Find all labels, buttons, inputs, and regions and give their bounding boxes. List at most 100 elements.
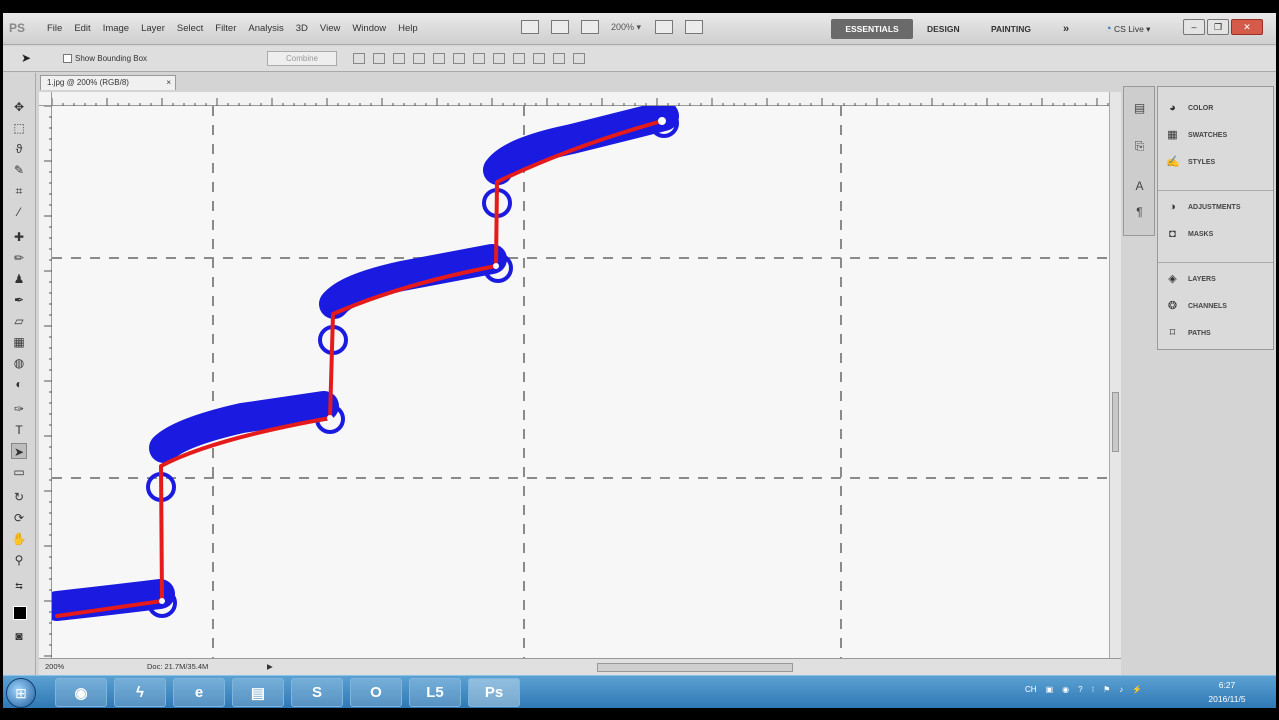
close-document-icon[interactable]: × <box>166 76 171 90</box>
firefox-icon[interactable]: ϟ <box>114 678 166 707</box>
type-tool-icon[interactable]: T <box>11 422 27 438</box>
folder-icon[interactable]: ▤ <box>232 678 284 707</box>
distribute-right-icon[interactable] <box>573 53 585 64</box>
character-panel-icon[interactable]: A <box>1132 179 1147 194</box>
dodge-tool-icon[interactable]: ◐ <box>11 376 27 392</box>
photoshop-icon[interactable]: Ps <box>468 678 520 707</box>
close-button[interactable]: ✕ <box>1231 19 1263 35</box>
masks-panel-tab[interactable]: ◘ MASKS <box>1158 221 1273 248</box>
vertical-scroll-thumb[interactable] <box>1112 392 1119 452</box>
status-menu-arrow-icon[interactable]: ▶ <box>267 662 273 671</box>
distribute-left-icon[interactable] <box>533 53 545 64</box>
tray-power-icon[interactable]: ⚡ <box>1132 685 1142 694</box>
tray-help-icon[interactable]: ? <box>1078 685 1082 694</box>
workspace-painting[interactable]: PAINTING <box>991 19 1031 39</box>
combine-button[interactable]: Combine <box>267 51 337 66</box>
system-clock[interactable]: 6:27 2016/11/5 <box>1197 678 1257 706</box>
distribute-top-icon[interactable] <box>473 53 485 64</box>
minimize-button[interactable]: – <box>1183 19 1205 35</box>
gradient-tool-icon[interactable]: ▦ <box>11 334 27 350</box>
menu-analysis[interactable]: Analysis <box>248 23 283 34</box>
zoom-level-select[interactable]: 200% ▾ <box>611 22 641 33</box>
pen-tool-icon[interactable]: ✑ <box>11 401 27 417</box>
restore-button[interactable]: ❐ <box>1207 19 1229 35</box>
distribute-bottom-icon[interactable] <box>513 53 525 64</box>
menu-select[interactable]: Select <box>177 23 203 34</box>
eraser-tool-icon[interactable]: ▱ <box>11 313 27 329</box>
document-tab[interactable]: 1.jpg @ 200% (RGB/8) × <box>40 75 176 90</box>
vertical-ruler[interactable] <box>39 105 52 658</box>
blue-segment-4[interactable] <box>483 106 679 185</box>
menu-view[interactable]: View <box>320 23 340 34</box>
path-selection-tool-icon[interactable]: ➤ <box>21 51 31 65</box>
ruler-origin[interactable] <box>39 92 52 106</box>
language-indicator[interactable]: CH <box>1025 685 1037 694</box>
marquee-tool-icon[interactable]: ⬚ <box>11 120 27 136</box>
ie-icon[interactable]: e <box>173 678 225 707</box>
adjustments-panel-tab[interactable]: ◑ ADJUSTMENTS <box>1158 194 1273 221</box>
styles-panel-tab[interactable]: ✍ STYLES <box>1158 149 1273 176</box>
menu-window[interactable]: Window <box>352 23 386 34</box>
move-tool-icon[interactable]: ✥ <box>11 99 27 115</box>
healing-brush-tool-icon[interactable]: ✚ <box>11 229 27 245</box>
brush-tool-icon[interactable]: ✏ <box>11 250 27 266</box>
shape-tool-icon[interactable]: ▭ <box>11 464 27 480</box>
align-bottom-icon[interactable] <box>393 53 405 64</box>
distribute-hcenter-icon[interactable] <box>553 53 565 64</box>
blue-segment-2[interactable] <box>149 391 339 463</box>
launch-mini-bridge-icon[interactable] <box>551 20 569 34</box>
distribute-vcenter-icon[interactable] <box>493 53 505 64</box>
zoom-tool-icon[interactable]: ⚲ <box>11 552 27 568</box>
tray-settings-icon[interactable]: ⁝ <box>1092 685 1095 694</box>
color-panel-tab[interactable]: ◕ COLOR <box>1158 95 1273 122</box>
channels-panel-tab[interactable]: ❂ CHANNELS <box>1158 293 1273 320</box>
quick-mask-icon[interactable]: ◙ <box>11 628 27 644</box>
paths-panel-tab[interactable]: ⌑ PATHS <box>1158 320 1273 347</box>
show-bounding-box-checkbox[interactable]: Show Bounding Box <box>63 54 147 63</box>
paragraph-panel-icon[interactable]: ¶ <box>1132 205 1147 220</box>
tray-action-center-icon[interactable]: ⚑ <box>1103 685 1110 694</box>
blur-tool-icon[interactable]: ◍ <box>11 355 27 371</box>
align-left-icon[interactable] <box>413 53 425 64</box>
work-path-line[interactable] <box>55 119 664 618</box>
menu-file[interactable]: File <box>47 23 62 34</box>
arrange-documents-icon[interactable] <box>655 20 674 34</box>
menu-3d[interactable]: 3D <box>296 23 308 34</box>
menu-filter[interactable]: Filter <box>215 23 236 34</box>
document-canvas[interactable] <box>52 106 1109 658</box>
eyedropper-tool-icon[interactable]: ⁄ <box>11 204 27 220</box>
history-panel-icon[interactable]: ▤ <box>1132 101 1147 116</box>
swap-colors-icon[interactable]: ⇆ <box>11 578 27 594</box>
horizontal-ruler[interactable] <box>51 92 1109 106</box>
outlook-icon[interactable]: O <box>350 678 402 707</box>
blue-segment-3[interactable] <box>319 244 507 319</box>
swatches-panel-tab[interactable]: ▦ SWATCHES <box>1158 122 1273 149</box>
actions-panel-icon[interactable]: ⎘ <box>1132 139 1147 154</box>
cs-live-menu[interactable]: ◔ CS Live ▾ <box>1105 23 1150 35</box>
more-workspaces-icon[interactable]: » <box>1063 19 1069 39</box>
crop-tool-icon[interactable]: ⌗ <box>11 183 27 199</box>
3d-rotate-tool-icon[interactable]: ↻ <box>11 489 27 505</box>
menu-edit[interactable]: Edit <box>74 23 90 34</box>
workspace-design[interactable]: DESIGN <box>927 19 960 39</box>
launch-bridge-icon[interactable] <box>521 20 539 34</box>
align-top-icon[interactable] <box>353 53 365 64</box>
windows-start-button[interactable]: ⊞ <box>6 678 36 708</box>
horizontal-scroll-thumb[interactable] <box>597 663 793 672</box>
align-vcenter-icon[interactable] <box>373 53 385 64</box>
chrome-icon[interactable]: ◉ <box>55 678 107 707</box>
tray-volume-icon[interactable]: ♪ <box>1119 685 1123 694</box>
screen-mode-icon[interactable] <box>685 20 704 34</box>
3d-orbit-tool-icon[interactable]: ⟳ <box>11 510 27 526</box>
clone-stamp-tool-icon[interactable]: ♟ <box>11 271 27 287</box>
tray-network-icon[interactable]: ◉ <box>1062 685 1069 694</box>
menu-image[interactable]: Image <box>103 23 129 34</box>
path-selection-tool-active-icon[interactable]: ➤ <box>11 443 27 459</box>
workspace-essentials[interactable]: ESSENTIALS <box>831 19 913 39</box>
tray-app-icon[interactable]: ▣ <box>1046 685 1054 694</box>
history-brush-tool-icon[interactable]: ✒ <box>11 292 27 308</box>
vertical-scrollbar[interactable] <box>1109 92 1121 658</box>
lightroom-icon[interactable]: L5 <box>409 678 461 707</box>
quick-select-tool-icon[interactable]: ✎ <box>11 162 27 178</box>
menu-help[interactable]: Help <box>398 23 418 34</box>
